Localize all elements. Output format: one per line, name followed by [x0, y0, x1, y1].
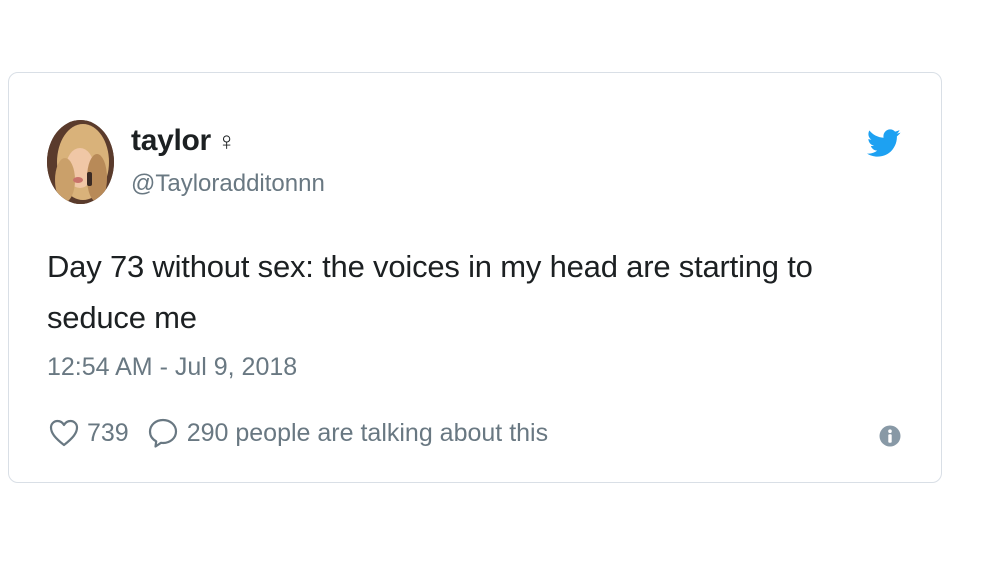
- tweet-timestamp[interactable]: 12:54 AM - Jul 9, 2018: [47, 351, 297, 383]
- tweet-text: Day 73 without sex: the voices in my hea…: [47, 249, 813, 335]
- author-handle[interactable]: @Tayloradditonnn: [131, 169, 325, 199]
- avatar-photo: [47, 120, 114, 204]
- author-name-text: taylor: [131, 124, 211, 157]
- avatar[interactable]: [47, 120, 114, 204]
- info-icon[interactable]: [879, 425, 901, 447]
- tweet-actions: 739 290 people are talking about this: [49, 415, 548, 451]
- heart-icon: [49, 419, 79, 447]
- speech-bubble-icon: [147, 417, 179, 449]
- tweet-card: taylor ♀ @Tayloradditonnn Day 73 without …: [8, 72, 942, 483]
- female-sign-emoji: ♀: [216, 126, 237, 156]
- author-name[interactable]: taylor ♀: [131, 123, 236, 159]
- reply-count-text: 290 people are talking about this: [186, 418, 549, 447]
- like-button[interactable]: 739: [49, 419, 129, 448]
- like-count: 739: [87, 418, 129, 447]
- reply-button[interactable]: 290 people are talking about this: [147, 417, 548, 449]
- twitter-bird-icon[interactable]: [867, 129, 901, 159]
